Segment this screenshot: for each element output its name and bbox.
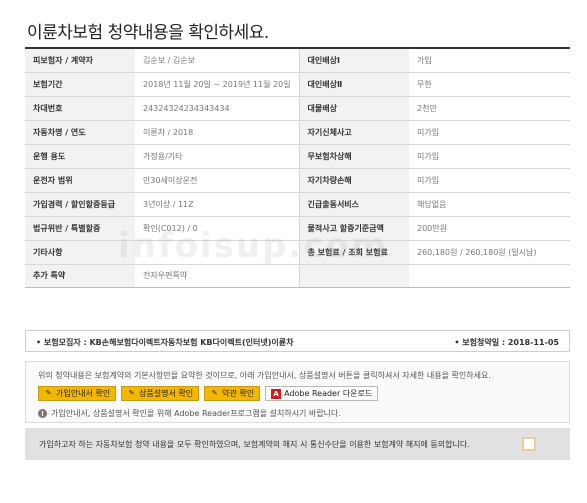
application-date: • 보험청약일 : 2018-11-05 xyxy=(454,338,559,347)
pen-icon: ✎ xyxy=(45,389,52,397)
table-row: 자동차명 / 연도 이륜차 / 2018 자기신체사고 미가입 xyxy=(25,120,570,146)
row-value: 김순보 / 김순보 xyxy=(135,49,299,74)
row-value: 260,180원 / 260,180원 (일시납) xyxy=(409,240,570,265)
row-label: 대인배상Ⅰ xyxy=(298,49,409,74)
row-label: 법규위반 / 특별할증 xyxy=(25,216,135,241)
agreement-box: 가입하고자 하는 자동차보험 청약 내용을 모두 확인하였으며, 보험계약의 해… xyxy=(25,428,570,460)
row-label: 기타사항 xyxy=(25,240,135,265)
install-note: ! 가입안내서, 상품설명서 확인을 위해 Adobe Reader프로그램을 … xyxy=(38,408,341,419)
row-label: 운행 용도 xyxy=(25,144,135,169)
row-value: 만30세이상운전 xyxy=(135,168,299,193)
row-value: 2천만 xyxy=(409,96,570,122)
row-label: 자기차량손해 xyxy=(298,168,409,193)
recruiter-info: • 보험모집자 : KB손해보험다이렉트자동차보험 KB다이렉트(인터넷)이륜차… xyxy=(25,330,570,352)
terms-button-label: 약관 확인 xyxy=(222,389,255,398)
table-row: 법규위반 / 특별할증 확인(C012) / 0 물적사고 할증기준금액 200만원 xyxy=(25,216,570,241)
table-row: 운행 용도 가정용/기타 무보험차상해 미가입 xyxy=(25,144,570,169)
row-label: 자동차명 / 연도 xyxy=(25,120,135,146)
table-row: 보험기간 2018년 11월 20일 ~ 2019년 11월 20일 대인배상Ⅱ 무한 xyxy=(25,72,570,98)
contract-summary-table: 피보험자 / 계약자 김순보 / 김순보 대인배상Ⅰ 가입 보험기간 2018년 11월 … xyxy=(25,49,570,289)
row-value: 미가입 xyxy=(409,168,570,193)
pen-icon: ✎ xyxy=(211,389,218,397)
table-row: 운전자 범위 만30세이상운전 자기차량손해 미가입 xyxy=(25,168,570,193)
install-note-text: 가입안내서, 상품설명서 확인을 위해 Adobe Reader프로그램을 설치… xyxy=(51,409,341,418)
row-value: 200만원 xyxy=(409,216,570,241)
row-label: 추가 특약 xyxy=(25,264,135,289)
row-value: 24324324234343434 xyxy=(135,96,299,122)
row-label: 가입경력 / 할인할증등급 xyxy=(25,192,135,217)
row-value: 가입 xyxy=(409,49,570,74)
row-label xyxy=(298,264,409,289)
row-label: 대물배상 xyxy=(298,96,409,122)
row-label: 운전자 범위 xyxy=(25,168,135,193)
table-row: 차대번호 24324324234343434 대물배상 2천만 xyxy=(25,96,570,122)
row-value: 무한 xyxy=(409,72,570,98)
row-value xyxy=(135,240,299,265)
row-value: 가정용/기타 xyxy=(135,144,299,169)
table-row: 추가 특약 전자우편특약 xyxy=(25,264,570,289)
guide-button-label: 가입안내서 확인 xyxy=(56,389,111,398)
document-notice: 위의 청약내용은 보험계약의 기본사항만을 요약한 것이므로, 아래 가입안내서… xyxy=(25,361,570,423)
notice-text: 위의 청약내용은 보험계약의 기본사항만을 요약한 것이므로, 아래 가입안내서… xyxy=(38,371,491,380)
row-label: 보험기간 xyxy=(25,72,135,98)
row-label: 총 보험료 / 조회 보험료 xyxy=(298,240,409,265)
row-value: 이륜차 / 2018 xyxy=(135,120,299,146)
adobe-button-label: Adobe Reader 다운로드 xyxy=(284,389,373,398)
row-label: 자기신체사고 xyxy=(298,120,409,146)
row-label: 물적사고 할증기준금액 xyxy=(298,216,409,241)
agreement-checkbox[interactable] xyxy=(522,437,536,451)
product-button-label: 상품설명서 확인 xyxy=(139,389,194,398)
agreement-text: 가입하고자 하는 자동차보험 청약 내용을 모두 확인하였으며, 보험계약의 해… xyxy=(39,440,470,449)
document-buttons: ✎ 가입안내서 확인 ✎ 상품설명서 확인 ✎ 약관 확인 A Adobe Re… xyxy=(38,386,379,401)
terms-button[interactable]: ✎ 약관 확인 xyxy=(204,386,261,401)
row-value xyxy=(409,264,570,289)
table-row: 피보험자 / 계약자 김순보 / 김순보 대인배상Ⅰ 가입 xyxy=(25,49,570,74)
guide-button[interactable]: ✎ 가입안내서 확인 xyxy=(38,386,117,401)
row-label: 차대번호 xyxy=(25,96,135,122)
row-label: 긴급출동서비스 xyxy=(298,192,409,217)
row-value: 해당없음 xyxy=(409,192,570,217)
row-value: 미가입 xyxy=(409,120,570,146)
row-label: 대인배상Ⅱ xyxy=(298,72,409,98)
info-icon: ! xyxy=(38,409,47,418)
row-label: 무보험차상해 xyxy=(298,144,409,169)
row-value: 3년이상 / 11Z xyxy=(135,192,299,217)
product-description-button[interactable]: ✎ 상품설명서 확인 xyxy=(121,386,200,401)
row-value: 미가입 xyxy=(409,144,570,169)
pdf-icon: A xyxy=(271,388,282,399)
page-title: 이륜차보험 청약내용을 확인하세요. xyxy=(27,23,269,43)
adobe-download-button[interactable]: A Adobe Reader 다운로드 xyxy=(265,386,379,401)
row-value: 확인(C012) / 0 xyxy=(135,216,299,241)
table-row: 기타사항 총 보험료 / 조회 보험료 260,180원 / 260,180원 (일… xyxy=(25,240,570,265)
row-value: 2018년 11월 20일 ~ 2019년 11월 20일 xyxy=(135,72,299,98)
table-row: 가입경력 / 할인할증등급 3년이상 / 11Z 긴급출동서비스 해당없음 xyxy=(25,192,570,217)
recruiter-name: • 보험모집자 : KB손해보험다이렉트자동차보험 KB다이렉트(인터넷)이륜차 xyxy=(36,338,294,347)
row-label: 피보험자 / 계약자 xyxy=(25,49,135,74)
row-value: 전자우편특약 xyxy=(135,264,299,289)
pen-icon: ✎ xyxy=(128,389,135,397)
